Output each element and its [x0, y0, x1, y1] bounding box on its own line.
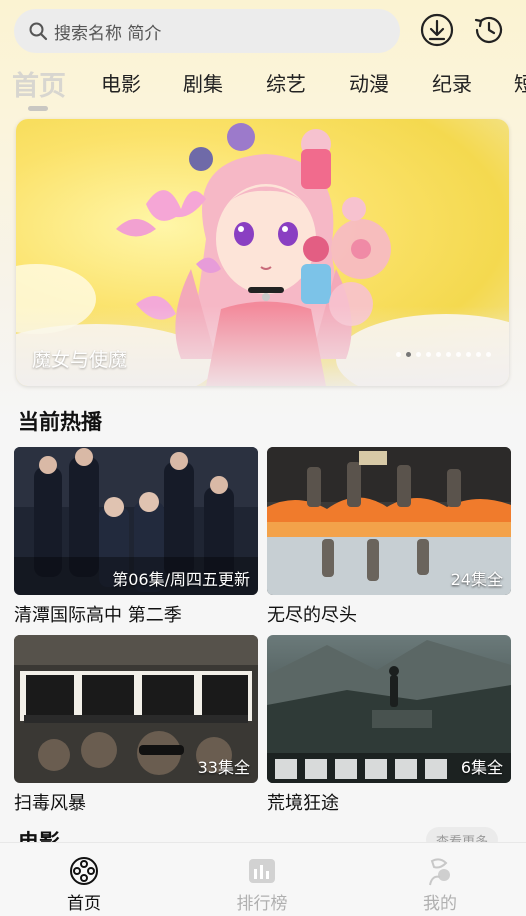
carousel-dot[interactable]: [456, 352, 461, 357]
nav-item-ranking[interactable]: 排行榜: [202, 843, 322, 916]
episode-badge: 24集全: [450, 570, 503, 589]
card-title: 清潭国际高中 第二季: [14, 605, 182, 626]
profile-icon: [429, 858, 450, 886]
carousel-dot[interactable]: [476, 352, 481, 357]
media-card[interactable]: 6集全 荒境狂途: [267, 635, 511, 815]
carousel-dot[interactable]: [416, 352, 421, 357]
featured-banner[interactable]: 魔女与使魔: [16, 119, 509, 386]
poster-thumbnail: 33集全: [14, 635, 258, 783]
media-card[interactable]: 33集全 扫毒风暴: [14, 635, 258, 815]
search-icon: [29, 22, 48, 41]
card-title: 扫毒风暴: [14, 793, 86, 814]
poster-thumbnail: 24集全: [267, 447, 511, 595]
carousel-dot[interactable]: [396, 352, 401, 357]
search-placeholder: 搜索名称 简介: [54, 23, 162, 44]
bottom-navigation: 首页 排行榜 我的: [0, 842, 526, 916]
nav-label: 我的: [423, 894, 457, 914]
tab-variety[interactable]: 综艺: [266, 68, 306, 97]
card-title: 无尽的尽头: [267, 605, 357, 626]
nav-item-profile[interactable]: 我的: [380, 843, 500, 916]
film-reel-icon: [70, 857, 98, 885]
nav-item-home[interactable]: 首页: [24, 843, 144, 916]
banner-title: 魔女与使魔: [32, 349, 128, 371]
card-title: 荒境狂途: [267, 793, 339, 814]
tab-series[interactable]: 剧集: [183, 68, 223, 97]
carousel-dot[interactable]: [446, 352, 451, 357]
tab-documentary[interactable]: 纪录: [432, 68, 472, 97]
carousel-dot[interactable]: [426, 352, 431, 357]
carousel-dot[interactable]: [486, 352, 491, 357]
poster-thumbnail: 第06集/周四五更新: [14, 447, 258, 595]
section-title-hot: 当前热播: [18, 410, 102, 434]
nav-label: 排行榜: [236, 894, 288, 914]
active-tab-indicator: [28, 106, 48, 111]
tab-movies[interactable]: 电影: [101, 68, 141, 97]
nav-label: 首页: [67, 894, 101, 914]
tab-anime[interactable]: 动漫: [349, 68, 389, 97]
episode-badge: 6集全: [460, 758, 503, 777]
poster-thumbnail: 6集全: [267, 635, 511, 783]
history-icon[interactable]: [471, 12, 507, 48]
category-tabs: 首页 电影 剧集 综艺 动漫 纪录 短: [0, 60, 526, 112]
carousel-dot[interactable]: [406, 352, 411, 357]
carousel-dot[interactable]: [466, 352, 471, 357]
media-card[interactable]: 第06集/周四五更新 清潭国际高中 第二季: [14, 447, 258, 627]
episode-badge: 第06集/周四五更新: [112, 570, 250, 589]
tab-home[interactable]: 首页: [12, 64, 66, 103]
episode-badge: 33集全: [197, 758, 250, 777]
search-bar[interactable]: 搜索名称 简介: [14, 9, 400, 53]
download-icon[interactable]: [419, 12, 455, 48]
ranking-icon: [249, 859, 275, 883]
media-card[interactable]: 24集全 无尽的尽头: [267, 447, 511, 627]
tab-shorts[interactable]: 短: [514, 68, 526, 97]
carousel-indicator: [396, 352, 491, 357]
carousel-dot[interactable]: [436, 352, 441, 357]
